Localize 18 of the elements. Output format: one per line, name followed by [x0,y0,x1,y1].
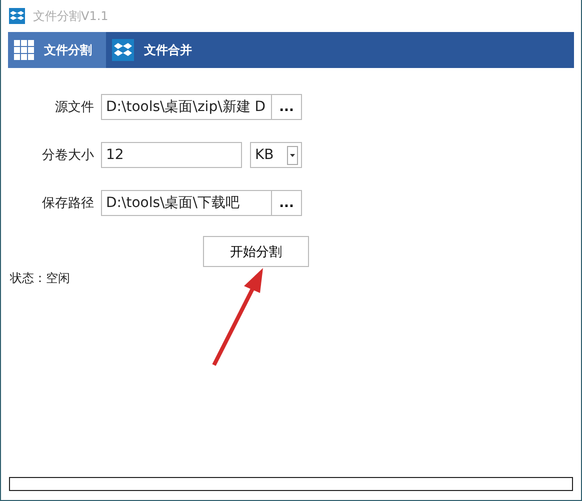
tab[interactable]: 文件分割 [8,32,106,68]
window-title: 文件分割V1.1 [33,8,108,24]
app-icon [9,8,25,24]
tab[interactable]: 文件合并 [106,32,206,68]
box-icon [112,39,134,61]
source-file-field[interactable]: D:\tools\桌面\zip\新建 D [101,94,272,120]
save-path-field[interactable]: D:\tools\桌面\下载吧 [101,190,272,216]
browse-button[interactable]: ... [272,94,302,120]
unit-dropdown[interactable]: KB [250,142,302,168]
size-field[interactable]: 12 [101,142,242,168]
field-label: 源文件 [54,99,95,116]
grid-icon [14,40,34,60]
field-label: 保存路径 [41,195,95,212]
browse-button[interactable]: ... [272,190,302,216]
caret-icon [290,154,295,156]
field-label: 分卷大小 [41,147,95,164]
start-button[interactable]: 开始分割 [203,236,309,267]
status-text: 状态：空闲 [10,270,71,287]
